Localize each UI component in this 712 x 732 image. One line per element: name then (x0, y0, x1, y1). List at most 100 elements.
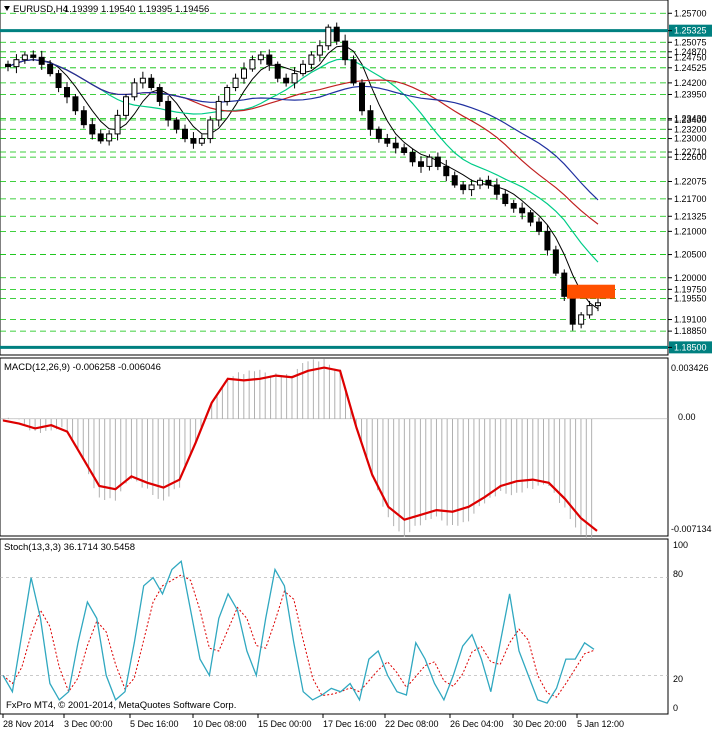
candle-body (536, 221, 542, 232)
candle-body (241, 68, 247, 79)
support-zone (567, 284, 615, 299)
candle-body (418, 161, 424, 167)
stoch-scale-100: 100 (673, 540, 688, 550)
price-scale-label: 1.25700 (674, 8, 707, 18)
stoch-scale-20: 20 (673, 674, 683, 684)
candle-body (578, 314, 585, 325)
candle-body (198, 138, 205, 144)
candle-body (283, 77, 290, 84)
candle-body (55, 73, 62, 89)
candle-body (131, 82, 138, 98)
candle-body (401, 147, 408, 153)
candle-body (224, 87, 231, 102)
candle-body (333, 26, 340, 42)
candle-body (215, 100, 222, 121)
macd-scale-bottom: -0.007134 (671, 524, 712, 534)
candle-body (156, 87, 163, 102)
price-scale-label: 1.20500 (674, 250, 707, 260)
candle-body (165, 100, 172, 121)
candle-body (451, 175, 458, 186)
candle-body (426, 156, 433, 167)
price-scale-label: 1.23000 (674, 134, 707, 144)
candle-body (367, 110, 374, 130)
candle-body (502, 193, 509, 205)
candle-body (375, 128, 382, 140)
price-scale-label: 1.23950 (674, 89, 707, 99)
candle-body (274, 63, 281, 79)
candle-body (291, 73, 298, 84)
candle-body (21, 54, 28, 61)
candle-body (552, 249, 559, 274)
candle-body (173, 119, 180, 130)
candle-body (485, 179, 492, 186)
price-scale-label: 1.25075 (674, 37, 707, 47)
price-scale-label: 1.24525 (674, 63, 707, 73)
price-scale-label: 1.22075 (674, 176, 707, 186)
time-axis-label: 26 Dec 04:00 (450, 719, 504, 729)
candle-body (493, 184, 500, 195)
chart-window: 1.25700 1.25325 1.25075 1.24870 1.24750 1.245… (0, 0, 712, 732)
candle-body (64, 87, 70, 98)
price-scale: 1.257001.253251.250751.248701.247501.245… (668, 8, 712, 354)
candle-body (477, 179, 483, 186)
candle-body (527, 212, 534, 223)
candle-body (359, 82, 365, 112)
price-scale-label: 1.20000 (674, 273, 707, 283)
symbol-label: EURUSD,H4 (13, 4, 68, 15)
candle-body (544, 230, 551, 251)
price-scale-label: 1.21325 (674, 211, 707, 221)
candle-body (595, 302, 601, 307)
time-axis-label: 15 Dec 00:00 (258, 719, 312, 729)
time-axis-label: 22 Dec 08:00 (385, 719, 439, 729)
time-axis-label: 17 Dec 16:00 (323, 719, 377, 729)
candle-body (350, 59, 357, 84)
copyright-text: FxPro MT4, © 2001-2014, MetaQuotes Softw… (6, 700, 236, 711)
candle-body (47, 63, 54, 75)
candle-body (114, 114, 121, 135)
macd-title: MACD(12,26,9) -0.006258 -0.006046 (4, 362, 161, 373)
candle-body (266, 54, 273, 65)
time-axis-label: 5 Jan 12:00 (577, 719, 624, 729)
time-axis-label: 5 Dec 16:00 (130, 719, 179, 729)
stoch-scale-0: 0 (673, 703, 678, 713)
time-axis: 28 Nov 2014 3 Dec 00:00 5 Dec 16:00 10 Dec … (2, 714, 624, 729)
macd-panel[interactable] (0, 357, 669, 537)
candle-body (123, 96, 129, 116)
candle-body (257, 54, 264, 61)
candle-body (569, 295, 576, 325)
candle-body (308, 54, 315, 65)
candle-body (434, 156, 441, 167)
candle-body (80, 110, 87, 126)
stoch-panel[interactable] (0, 538, 669, 715)
zone-box (567, 284, 615, 299)
ohlc-readout: 1.19399 1.19540 1.19395 1.19456 (64, 4, 209, 15)
candle-body (586, 305, 593, 316)
candle-body (139, 77, 146, 84)
candle-body (72, 96, 79, 112)
candle-body (5, 63, 11, 68)
candle-body (468, 184, 475, 191)
candle-body (325, 26, 332, 47)
candle-body (342, 40, 349, 61)
candle-body (148, 77, 155, 89)
price-scale-label: 1.22600 (674, 152, 707, 162)
price-scale-label: 1.18850 (674, 326, 707, 336)
candle-body (30, 54, 37, 58)
candle-body (460, 184, 467, 191)
candle-body (97, 133, 104, 142)
chart-canvas[interactable]: 1.257001.253251.250751.248701.247501.245… (0, 0, 712, 732)
macd-scale-zero: 0.00 (678, 412, 696, 422)
price-scale-label: 1.24200 (674, 78, 707, 88)
candle-body (13, 59, 20, 68)
candle-body (249, 59, 256, 70)
candle-body (232, 77, 239, 89)
price-panel[interactable] (0, 0, 669, 356)
candle-body (392, 142, 399, 149)
candle-body (316, 45, 323, 56)
price-scale-label: 1.25325 (674, 26, 707, 36)
candle-body (561, 272, 568, 297)
candle-body (510, 203, 517, 209)
time-axis-label: 28 Nov 2014 (3, 719, 54, 729)
stoch-title: Stoch(13,3,3) 36.1714 30.5458 (4, 542, 135, 553)
candle-body (106, 133, 113, 142)
